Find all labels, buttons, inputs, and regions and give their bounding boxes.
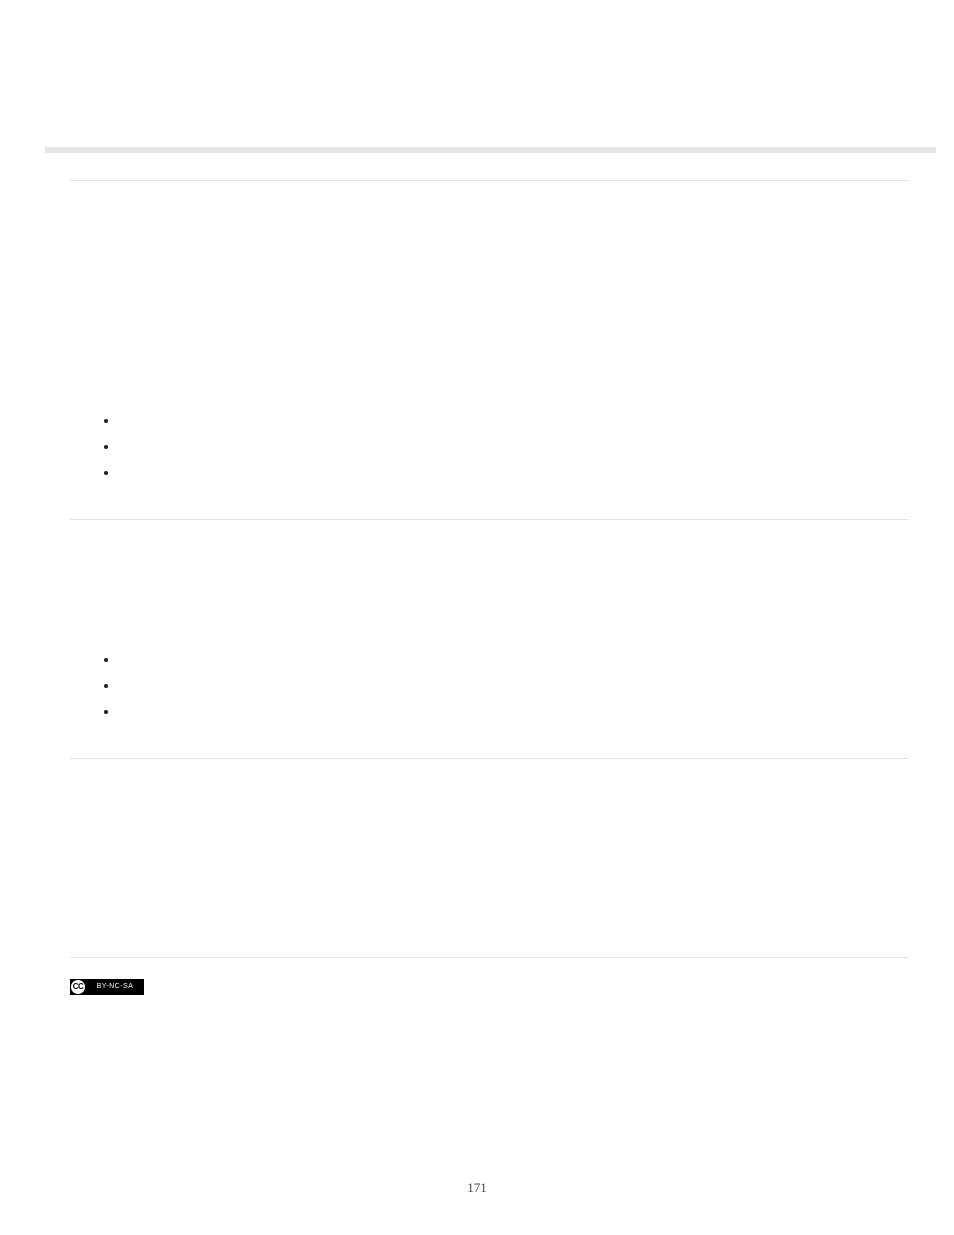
section-3 xyxy=(70,789,908,958)
section-3-title xyxy=(70,789,908,807)
section-2-body xyxy=(70,578,908,638)
section-2-bullets xyxy=(70,650,908,722)
section-1-body xyxy=(70,339,908,399)
bullet-item xyxy=(70,702,908,722)
cc-license-text: BY-NC-SA xyxy=(88,979,142,995)
bullet-item xyxy=(70,676,908,696)
bullet-item xyxy=(70,437,908,457)
section-1-bullets xyxy=(70,411,908,483)
top-horizontal-rule xyxy=(45,147,936,153)
section-3-body xyxy=(70,817,908,927)
bullet-item xyxy=(70,411,908,431)
section-2 xyxy=(70,550,908,759)
bullet-item xyxy=(70,463,908,483)
bullet-item xyxy=(70,650,908,670)
section-2-title xyxy=(70,550,908,568)
page-content: CC BY-NC-SA xyxy=(70,180,908,997)
page-number: 171 xyxy=(0,1178,954,1198)
cc-license-badge: CC BY-NC-SA xyxy=(70,979,144,995)
section-1 xyxy=(70,180,908,520)
cc-logo-icon: CC xyxy=(71,980,85,994)
section-1-title xyxy=(70,311,908,329)
